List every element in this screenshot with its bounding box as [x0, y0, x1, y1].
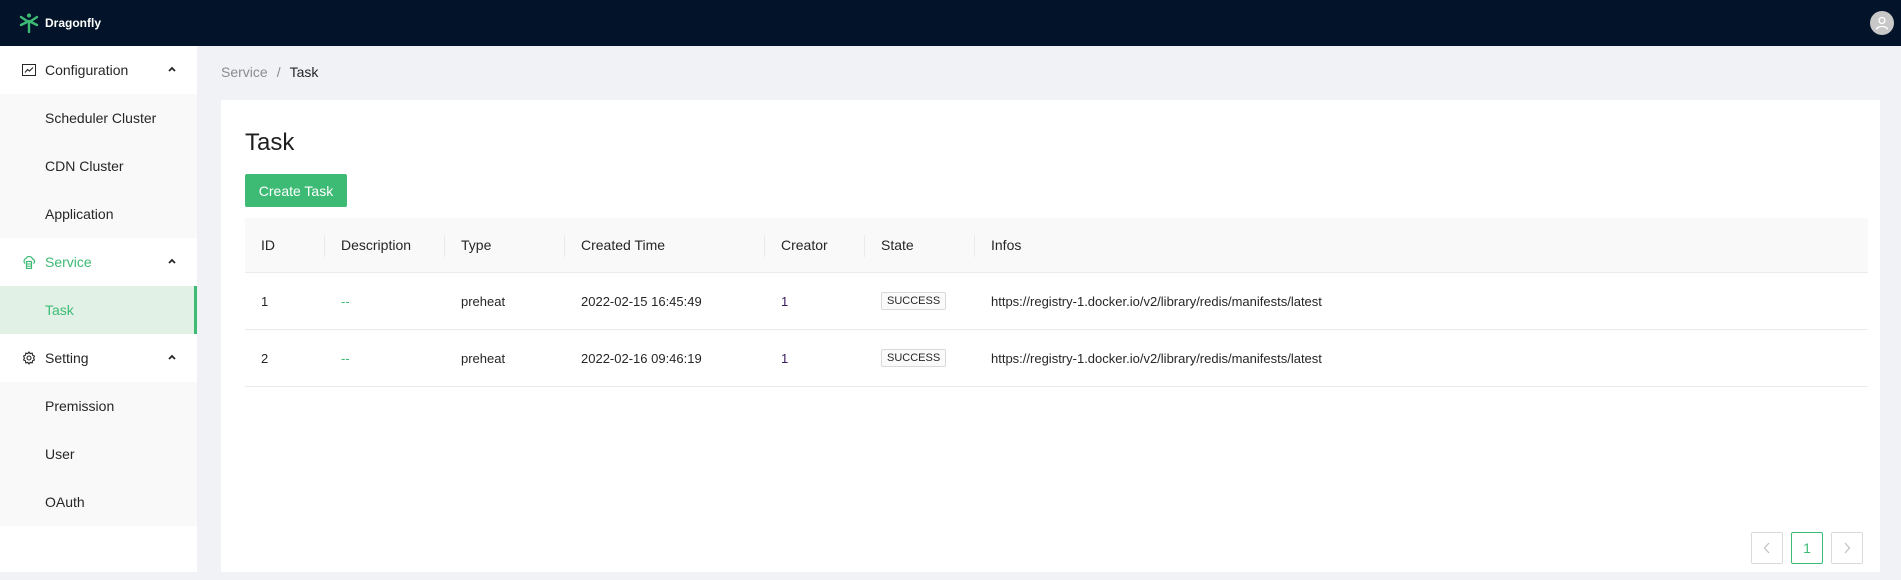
- cell-type: preheat: [461, 350, 506, 366]
- content-card: Task Create Task ID Description Type Cre…: [221, 100, 1880, 572]
- table-row: 1 -- preheat 2022-02-15 16:45:49 1 SUCCE…: [245, 273, 1868, 330]
- user-icon: [1875, 16, 1889, 30]
- submenu-service: Task: [0, 286, 197, 334]
- breadcrumb: Service / Task: [221, 64, 318, 80]
- breadcrumb-task: Task: [289, 64, 319, 80]
- menu-label: Service: [45, 254, 92, 270]
- column-header-state: State: [865, 218, 975, 272]
- cell-state: SUCCESS: [865, 330, 975, 386]
- cell-description: --: [341, 293, 350, 309]
- cell-creator: 1: [781, 350, 789, 366]
- next-page-button[interactable]: [1831, 532, 1863, 564]
- column-header-created-time: Created Time: [565, 218, 765, 272]
- chevron-right-icon: [1844, 542, 1851, 554]
- sidebar: Configuration Scheduler Cluster CDN Clus…: [0, 46, 197, 572]
- user-avatar[interactable]: [1870, 11, 1894, 35]
- page-title: Task: [245, 129, 295, 156]
- table-row: 2 -- preheat 2022-02-16 09:46:19 1 SUCCE…: [245, 330, 1868, 387]
- submenu-setting: Premission User OAuth: [0, 382, 197, 526]
- menu-header-configuration[interactable]: Configuration: [0, 46, 197, 94]
- sidebar-item-oauth[interactable]: OAuth: [0, 478, 197, 526]
- brand-name: Dragonfly: [45, 16, 102, 30]
- chevron-up-icon: [168, 354, 176, 360]
- prev-page-button[interactable]: [1751, 532, 1783, 564]
- cell-infos: https://registry-1.docker.io/v2/library/…: [991, 350, 1322, 366]
- breadcrumb-service[interactable]: Service: [221, 64, 268, 80]
- breadcrumb-separator: /: [276, 64, 281, 80]
- cell-id: 2: [261, 350, 269, 366]
- column-header-type: Type: [445, 218, 565, 272]
- chevron-up-icon: [168, 258, 176, 264]
- cell-type: preheat: [461, 293, 506, 309]
- chevron-up-icon: [168, 66, 176, 72]
- top-navbar: Dragonfly: [0, 0, 1901, 46]
- table-header: ID Description Type Created Time Creator…: [245, 218, 1868, 273]
- dragonfly-logo-icon: [19, 13, 39, 34]
- cell-state: SUCCESS: [865, 273, 975, 329]
- line-chart-icon: [22, 63, 36, 77]
- column-header-creator: Creator: [765, 218, 865, 272]
- cell-description: --: [341, 350, 350, 366]
- sidebar-item-user[interactable]: User: [0, 430, 197, 478]
- sidebar-item-scheduler-cluster[interactable]: Scheduler Cluster: [0, 94, 197, 142]
- task-table: ID Description Type Created Time Creator…: [245, 218, 1868, 387]
- cell-creator: 1: [781, 293, 789, 309]
- menu-group-service: Service Task: [0, 238, 197, 334]
- column-header-id: ID: [245, 218, 325, 272]
- pagination: 1: [1743, 532, 1863, 580]
- cell-created-time: 2022-02-15 16:45:49: [581, 293, 702, 309]
- cloud-server-icon: [22, 255, 36, 269]
- brand[interactable]: Dragonfly: [18, 12, 101, 34]
- column-header-infos: Infos: [991, 237, 1022, 253]
- column-header-description: Description: [325, 218, 445, 272]
- page-1-button[interactable]: 1: [1791, 532, 1823, 564]
- cell-created-time: 2022-02-16 09:46:19: [581, 350, 702, 366]
- sidebar-item-cdn-cluster[interactable]: CDN Cluster: [0, 142, 197, 190]
- sidebar-item-premission[interactable]: Premission: [0, 382, 197, 430]
- gear-icon: [22, 351, 36, 365]
- submenu-configuration: Scheduler Cluster CDN Cluster Applicatio…: [0, 94, 197, 238]
- menu-header-setting[interactable]: Setting: [0, 334, 197, 382]
- chevron-left-icon: [1763, 542, 1770, 554]
- cell-id: 1: [261, 293, 269, 309]
- menu-group-configuration: Configuration Scheduler Cluster CDN Clus…: [0, 46, 197, 238]
- menu-label: Configuration: [45, 62, 129, 78]
- menu-label: Setting: [45, 350, 89, 366]
- status-badge: SUCCESS: [881, 349, 947, 367]
- sidebar-item-task[interactable]: Task: [0, 286, 197, 334]
- menu-header-service[interactable]: Service: [0, 238, 197, 286]
- status-badge: SUCCESS: [881, 292, 947, 310]
- cell-infos: https://registry-1.docker.io/v2/library/…: [991, 293, 1322, 309]
- sidebar-item-application[interactable]: Application: [0, 190, 197, 238]
- create-task-button[interactable]: Create Task: [245, 174, 347, 207]
- menu-group-setting: Setting Premission User OAuth: [0, 334, 197, 526]
